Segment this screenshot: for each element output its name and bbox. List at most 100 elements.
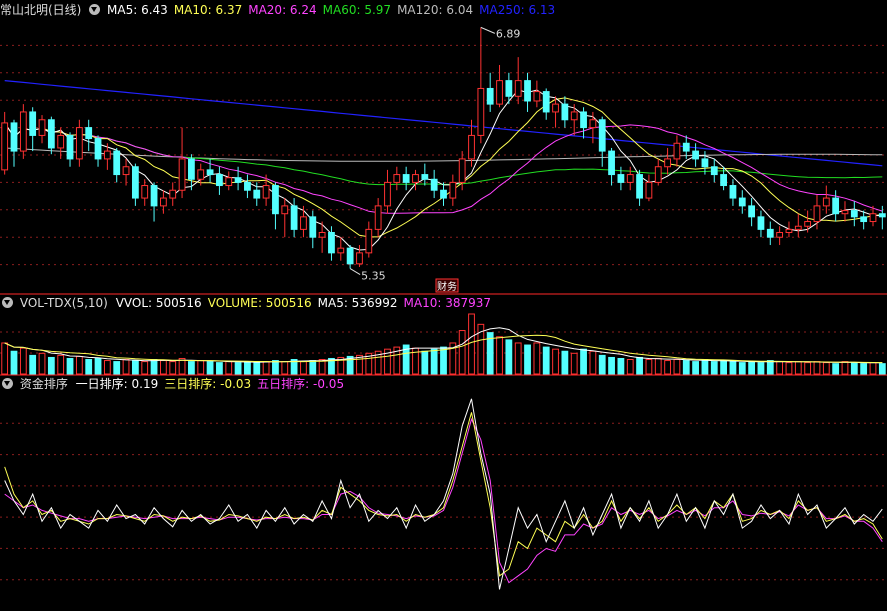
volume-bar <box>682 360 690 375</box>
volume-bar <box>57 354 65 375</box>
low-price-label: 5.35 <box>361 270 386 283</box>
volume-bar <box>262 361 270 375</box>
candle-body <box>160 197 167 207</box>
candle-body <box>673 142 681 160</box>
candle-body <box>878 213 886 218</box>
candle-body <box>524 80 531 102</box>
candle-body <box>869 213 877 223</box>
volume-bar <box>692 361 699 375</box>
candle-body <box>477 87 485 136</box>
volume-bar <box>766 360 774 375</box>
candle-body <box>636 174 643 199</box>
dropdown-triangle-icon[interactable] <box>2 378 13 389</box>
volume-bar <box>244 361 251 375</box>
candle-body <box>103 150 111 160</box>
dropdown-triangle-icon[interactable] <box>2 297 13 308</box>
candle-body <box>468 134 475 160</box>
candle-body <box>38 119 46 136</box>
candle-body <box>290 205 298 230</box>
volume-bar <box>131 360 139 375</box>
price-indicator-3: MA60: 5.97 <box>322 3 392 17</box>
price-panel-header: 常山北明(日线) MA5: 6.43 MA10: 6.37 MA20: 6.24 MA… <box>0 2 567 18</box>
candle-body <box>393 174 401 183</box>
volume-bar <box>804 362 812 375</box>
candle-body <box>505 80 513 97</box>
candle-body <box>197 169 205 180</box>
volume-bar <box>617 357 625 375</box>
high-price-label: 6.89 <box>496 27 521 40</box>
candle-body <box>85 127 93 140</box>
volume-bar <box>234 362 242 375</box>
candle-body <box>19 111 27 152</box>
high-pointer <box>480 26 496 34</box>
candle-body <box>766 228 774 238</box>
candle-body <box>608 150 615 176</box>
candle-body <box>374 205 382 230</box>
candle-body <box>757 216 765 230</box>
candle-body <box>832 197 840 215</box>
volume-bar <box>785 362 793 375</box>
volume-bar <box>570 352 578 375</box>
candle-body <box>654 166 662 183</box>
candle-body <box>10 122 18 152</box>
volume-bar <box>430 348 438 375</box>
candle-body <box>188 158 195 180</box>
candle-body <box>262 185 270 199</box>
volume-bar <box>542 346 550 375</box>
candle-body <box>785 228 793 234</box>
candle-body <box>346 247 354 265</box>
candle-body <box>776 232 784 238</box>
candle-body <box>486 87 494 105</box>
candle-body <box>272 185 279 215</box>
rank-indicators: 一日排序: 0.19 三日排序: -0.03 五日排序: -0.05 <box>76 377 350 391</box>
volume-bar <box>496 336 503 375</box>
candle-body <box>421 174 429 180</box>
volume-bar <box>47 356 55 375</box>
candle-body <box>1 122 9 171</box>
candle-body <box>244 181 251 191</box>
volume-bar <box>225 361 233 375</box>
volume-bar <box>188 361 195 375</box>
candle-body <box>589 119 597 129</box>
dropdown-triangle-icon[interactable] <box>89 4 101 15</box>
candle-body <box>253 189 261 199</box>
candle-body <box>216 174 223 187</box>
candle-body <box>440 189 447 199</box>
volume-bar <box>832 363 840 375</box>
volume-panel-header: VOL-TDX(5,10) VVOL: 500516 VOLUME: 500516… <box>0 295 503 311</box>
volume-bar <box>160 360 167 375</box>
volume-bar <box>440 346 447 375</box>
volume-bar <box>85 359 93 375</box>
volume-bar <box>776 361 784 375</box>
volume-bar <box>458 330 466 375</box>
volume-indicator-2: MA5: 536992 <box>317 296 398 310</box>
candle-body <box>729 185 737 199</box>
volume-bar <box>94 357 102 375</box>
rank-indicator-0: 一日排序: 0.19 <box>75 377 159 391</box>
volume-bar <box>664 360 671 375</box>
candle-body <box>300 216 307 230</box>
volume-bar <box>757 362 765 375</box>
price-indicators: MA5: 6.43 MA10: 6.37 MA20: 6.24 MA60: 5.97 M… <box>107 3 561 17</box>
rank-panel-header: 资金排序 一日排序: 0.19 三日排序: -0.03 五日排序: -0.05 <box>0 376 356 392</box>
candle-body <box>664 158 671 168</box>
candle-body <box>738 197 746 207</box>
ma120-line <box>4 147 883 162</box>
volume-bar <box>841 361 849 375</box>
rank-1d-line <box>4 398 883 590</box>
rank-3d-line <box>4 412 883 577</box>
volume-bar <box>75 355 83 375</box>
candle-body <box>645 181 653 199</box>
candle-body <box>701 158 709 168</box>
volume-bar <box>216 362 223 375</box>
volume-bar <box>29 354 37 375</box>
volume-bar <box>561 350 569 375</box>
volume-bar <box>141 361 149 375</box>
price-panel-title: 常山北明(日线) <box>0 3 82 17</box>
candle-body <box>402 174 410 183</box>
candle-body <box>598 119 606 152</box>
volume-bar <box>608 356 615 375</box>
volume-panel-title: VOL-TDX(5,10) <box>19 296 108 310</box>
volume-bar <box>813 361 821 375</box>
volume-indicators: VVOL: 500516 VOLUME: 500516 MA5: 536992 MA1… <box>116 296 497 310</box>
